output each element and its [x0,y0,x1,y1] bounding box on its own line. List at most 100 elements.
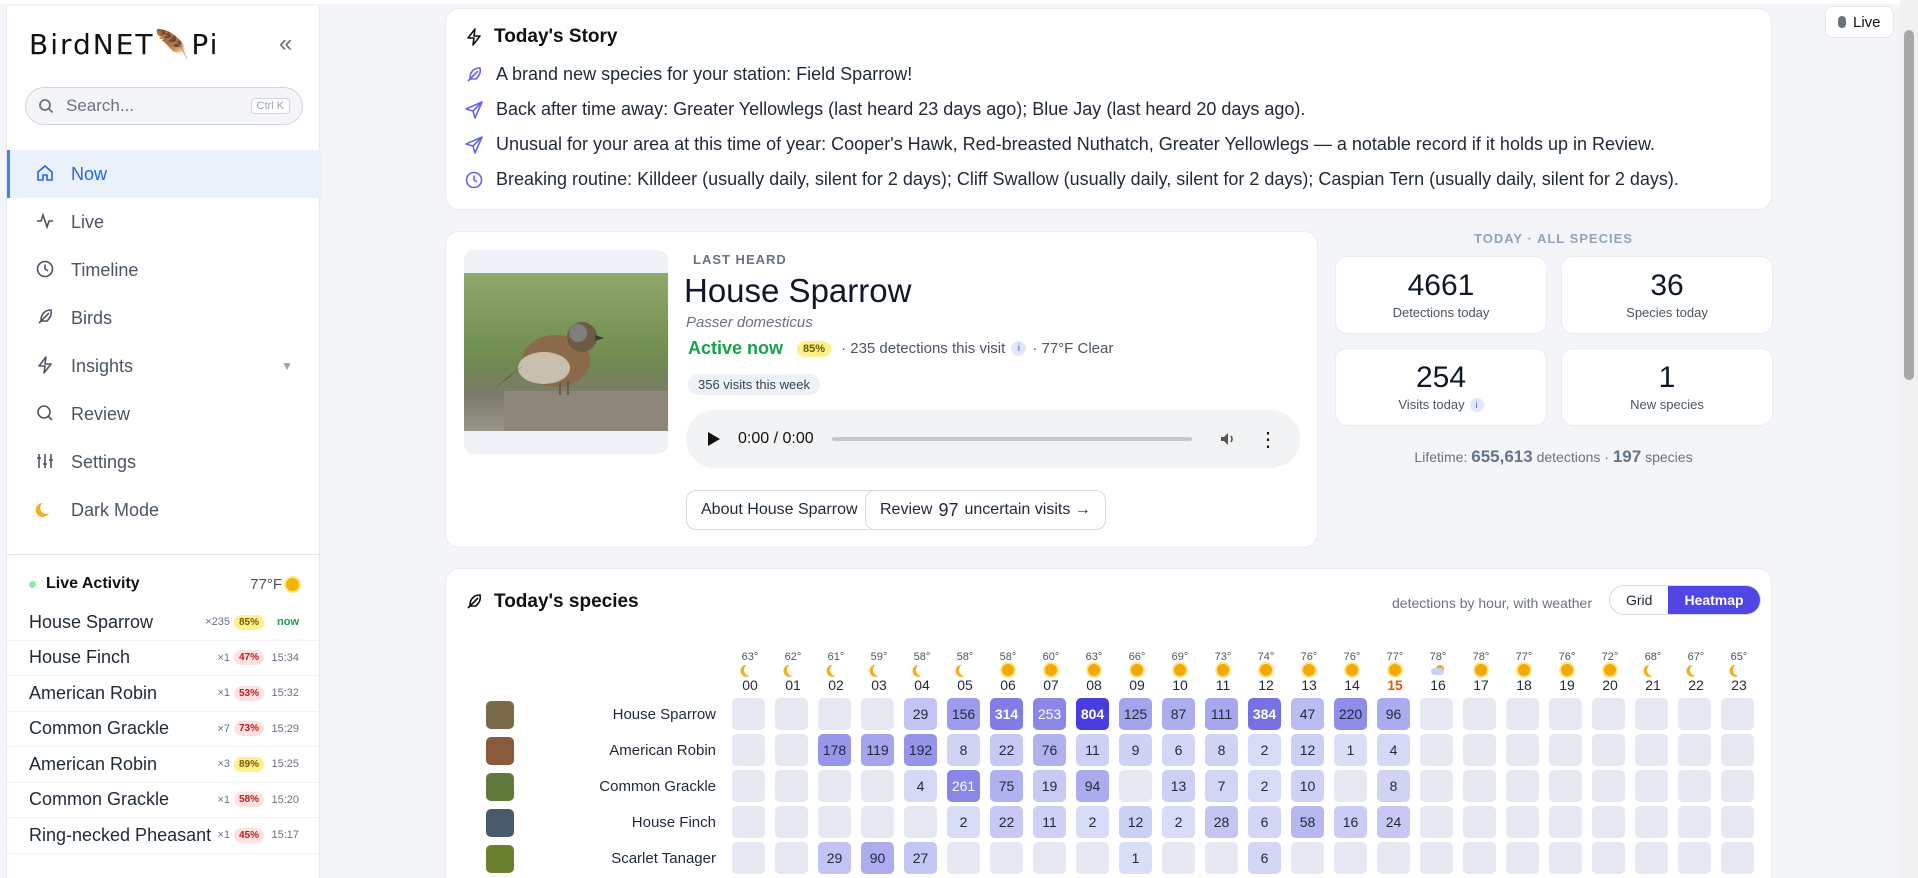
nav-item-timeline[interactable]: Timeline [7,246,321,294]
heatmap-cell[interactable] [1506,806,1539,838]
heatmap-cell[interactable] [1635,842,1668,874]
nav-item-review[interactable]: Review [7,390,321,438]
audio-progress[interactable] [831,437,1192,441]
live-activity-item[interactable]: American Robin ×3 89% 15:25 [7,747,321,783]
nav-item-birds[interactable]: Birds [7,294,321,342]
heatmap-cell[interactable] [1592,734,1625,766]
heatmap-cell[interactable] [1420,842,1453,874]
heatmap-cell[interactable]: 22 [990,806,1023,838]
visits-today-stat[interactable]: 254 Visits today i [1335,348,1547,426]
heatmap-cell[interactable]: 156 [947,698,980,730]
nav-item-dark-mode[interactable]: Dark Mode [7,486,321,534]
heatmap-cell[interactable] [1678,734,1711,766]
heatmap-cell[interactable] [732,734,765,766]
heatmap-cell[interactable]: 6 [1248,842,1281,874]
volume-icon[interactable] [1218,429,1238,449]
heatmap-cell[interactable] [818,806,851,838]
brand-logo[interactable]: BirdNET🪶Pi [29,28,219,61]
heatmap-cell[interactable]: 804 [1076,698,1109,730]
heatmap-cell[interactable]: 125 [1119,698,1152,730]
heatmap-cell[interactable] [775,806,808,838]
heatmap-cell[interactable] [1420,770,1453,802]
heatmap-cell[interactable] [1678,770,1711,802]
heatmap-cell[interactable] [775,734,808,766]
heatmap-cell[interactable] [1162,842,1195,874]
heatmap-cell[interactable] [861,770,894,802]
heatmap-cell[interactable]: 314 [990,698,1023,730]
heatmap-cell[interactable] [1592,770,1625,802]
heatmap-cell[interactable] [861,806,894,838]
heatmap-cell[interactable]: 111 [1205,698,1238,730]
heatmap-cell[interactable] [1678,698,1711,730]
heatmap-cell[interactable]: 2 [1076,806,1109,838]
heatmap-cell[interactable]: 6 [1248,806,1281,838]
heatmap-cell[interactable] [1506,842,1539,874]
heatmap-cell[interactable] [1463,698,1496,730]
species-row[interactable]: Scarlet Tanager 29 90 27 1 6 [446,841,1773,877]
heatmap-toggle[interactable]: Heatmap [1668,586,1760,614]
heatmap-cell[interactable]: 13 [1162,770,1195,802]
live-activity-item[interactable]: Ring-necked Pheasant ×1 45% 15:17 [7,818,321,854]
heatmap-cell[interactable] [1119,770,1152,802]
heatmap-cell[interactable] [861,698,894,730]
heatmap-cell[interactable]: 6 [1162,734,1195,766]
heatmap-cell[interactable]: 58 [1291,806,1324,838]
heatmap-cell[interactable]: 1 [1334,734,1367,766]
heatmap-cell[interactable] [818,698,851,730]
heatmap-cell[interactable]: 28 [1205,806,1238,838]
species-row[interactable]: House Sparrow 29 156 314 253 804 125 87 111 384 47… [446,697,1773,733]
heatmap-cell[interactable] [1549,806,1582,838]
heatmap-cell[interactable]: 261 [947,770,980,802]
heatmap-cell[interactable]: 2 [1248,770,1281,802]
heatmap-cell[interactable] [1721,770,1754,802]
live-activity-item[interactable]: House Finch ×1 47% 15:34 [7,641,321,676]
live-activity-item[interactable]: Common Grackle ×7 73% 15:29 [7,712,321,747]
info-icon[interactable]: i [1011,341,1027,356]
heatmap-cell[interactable] [1291,842,1324,874]
heatmap-cell[interactable] [732,842,765,874]
heatmap-cell[interactable] [1635,698,1668,730]
heatmap-cell[interactable]: 7 [1205,770,1238,802]
heatmap-cell[interactable] [1463,806,1496,838]
nav-item-live[interactable]: Live [7,198,321,246]
heatmap-cell[interactable]: 94 [1076,770,1109,802]
heatmap-cell[interactable] [1635,770,1668,802]
heatmap-cell[interactable]: 119 [861,734,894,766]
heatmap-cell[interactable]: 384 [1248,698,1281,730]
heatmap-cell[interactable]: 192 [904,734,937,766]
heatmap-cell[interactable] [1033,842,1066,874]
heatmap-cell[interactable] [1076,842,1109,874]
page-scrollbar[interactable] [1900,0,1918,878]
heatmap-cell[interactable] [1549,842,1582,874]
heatmap-cell[interactable] [1420,806,1453,838]
species-today-stat[interactable]: 36 Species today [1561,256,1773,334]
heatmap-cell[interactable] [732,698,765,730]
live-button[interactable]: Live [1825,6,1894,38]
new-species-stat[interactable]: 1 New species [1561,348,1773,426]
heatmap-cell[interactable]: 2 [1248,734,1281,766]
nav-item-settings[interactable]: Settings [7,438,321,486]
heatmap-cell[interactable]: 8 [947,734,980,766]
heatmap-cell[interactable] [1549,770,1582,802]
heatmap-cell[interactable]: 29 [904,698,937,730]
nav-item-now[interactable]: Now [7,150,321,198]
heatmap-cell[interactable]: 220 [1334,698,1367,730]
heatmap-cell[interactable]: 11 [1076,734,1109,766]
search-input[interactable]: Search... Ctrl K [25,87,303,125]
heatmap-cell[interactable] [1506,734,1539,766]
heatmap-cell[interactable] [1463,734,1496,766]
heatmap-cell[interactable] [775,770,808,802]
heatmap-cell[interactable] [1635,806,1668,838]
heatmap-cell[interactable]: 178 [818,734,851,766]
heatmap-cell[interactable] [1463,770,1496,802]
heatmap-cell[interactable]: 253 [1033,698,1066,730]
heatmap-cell[interactable]: 19 [1033,770,1066,802]
heatmap-cell[interactable]: 1 [1119,842,1152,874]
more-options-icon[interactable]: ⋮ [1258,427,1278,452]
heatmap-cell[interactable]: 75 [990,770,1023,802]
heatmap-cell[interactable] [1721,698,1754,730]
heatmap-cell[interactable]: 24 [1377,806,1410,838]
heatmap-cell[interactable] [1549,698,1582,730]
heatmap-cell[interactable] [1420,734,1453,766]
heatmap-cell[interactable]: 96 [1377,698,1410,730]
